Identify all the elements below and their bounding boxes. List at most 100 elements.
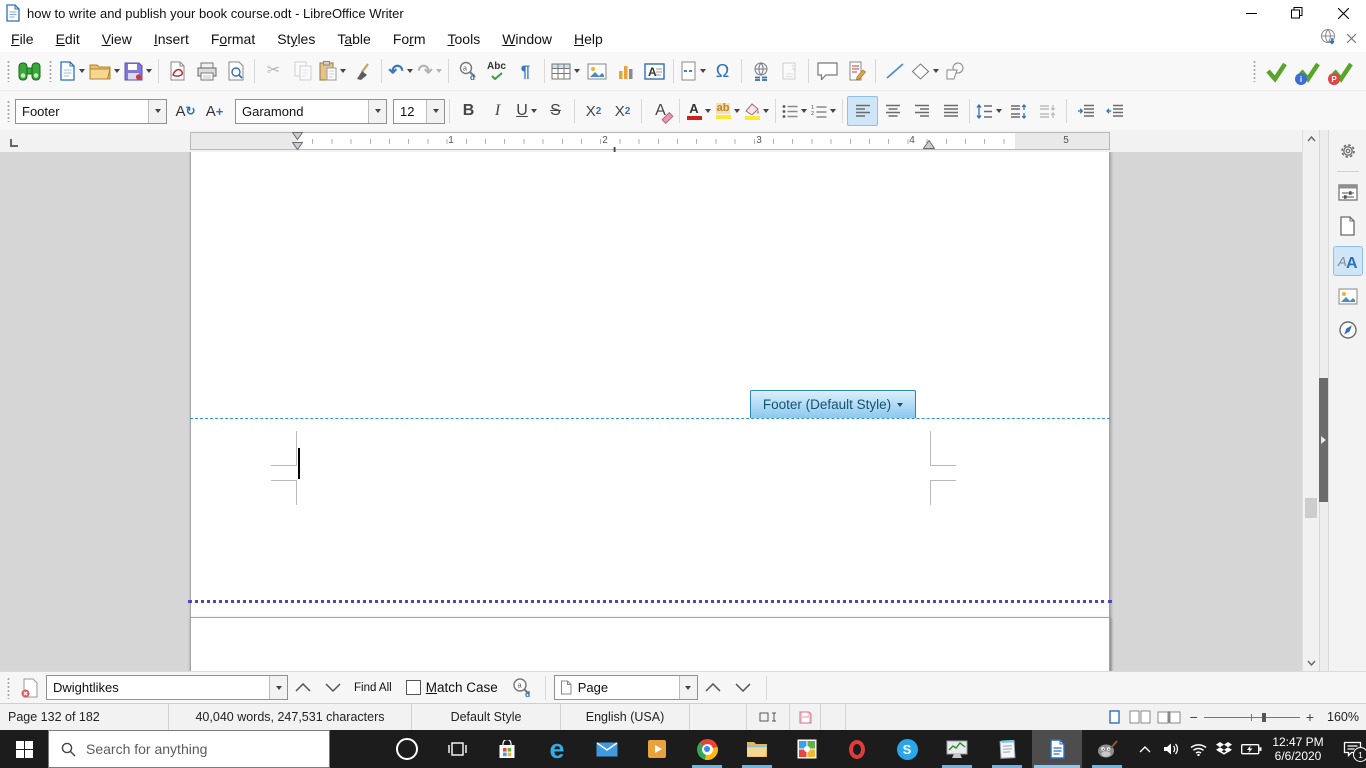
find-all-button[interactable]: Find All bbox=[348, 682, 398, 694]
decrease-indent-button[interactable] bbox=[1100, 97, 1129, 125]
dropdown-caret[interactable] bbox=[933, 69, 939, 73]
extension-check-button[interactable] bbox=[1261, 57, 1290, 85]
align-right-button[interactable] bbox=[907, 97, 936, 125]
update-style-button[interactable]: A ↻ bbox=[171, 97, 200, 125]
background-color-button[interactable] bbox=[742, 97, 771, 125]
font-color-button[interactable]: A bbox=[684, 97, 713, 125]
navigate-by-value[interactable]: Page bbox=[572, 676, 679, 699]
insert-hyperlink-button[interactable] bbox=[746, 57, 775, 85]
extension-info-button[interactable]: i bbox=[1294, 57, 1323, 85]
sidebar-properties-button[interactable] bbox=[1334, 178, 1362, 206]
line-spacing-button[interactable] bbox=[974, 97, 1004, 125]
toolbar-grip[interactable] bbox=[6, 676, 11, 699]
taskbar-skype-button[interactable]: S bbox=[882, 730, 932, 768]
insert-comment-button[interactable] bbox=[813, 57, 842, 85]
menu-view[interactable]: View bbox=[91, 28, 143, 50]
taskbar-writer-button[interactable] bbox=[1032, 730, 1082, 768]
toolbar-grip[interactable] bbox=[1252, 60, 1257, 82]
multi-page-view-button[interactable] bbox=[1126, 704, 1154, 730]
restore-button[interactable] bbox=[1274, 0, 1320, 26]
paragraph-style-value[interactable]: Footer bbox=[16, 100, 148, 123]
search-term-value[interactable]: Dwightlikes bbox=[47, 676, 269, 699]
taskbar-photos-button[interactable] bbox=[782, 730, 832, 768]
font-size-value[interactable]: 12 bbox=[394, 100, 426, 123]
footer-style-tag-button[interactable]: Footer (Default Style) bbox=[750, 390, 916, 418]
ruler-band[interactable]: 1 2 3 4 5 bbox=[190, 132, 1110, 154]
document-canvas[interactable]: Footer (Default Style) bbox=[0, 152, 1302, 671]
insert-image-button[interactable] bbox=[582, 57, 611, 85]
menu-table[interactable]: Table bbox=[326, 28, 381, 50]
sidebar-page-button[interactable] bbox=[1334, 212, 1362, 240]
dropdown-caret[interactable] bbox=[700, 69, 706, 73]
find-previous-button[interactable] bbox=[288, 683, 318, 692]
dropdown-caret[interactable] bbox=[733, 109, 740, 113]
zoom-out-icon[interactable]: − bbox=[1190, 709, 1198, 725]
combo-arrow[interactable] bbox=[426, 99, 444, 123]
sidebar-hide-handle[interactable] bbox=[1319, 378, 1328, 502]
selection-mode-status[interactable] bbox=[690, 704, 746, 730]
dropdown-caret[interactable] bbox=[574, 69, 580, 73]
print-preview-button[interactable] bbox=[221, 57, 250, 85]
language-status[interactable]: English (USA) bbox=[561, 704, 689, 730]
print-button[interactable] bbox=[192, 57, 221, 85]
dropdown-caret[interactable] bbox=[530, 109, 537, 113]
single-page-view-button[interactable] bbox=[1104, 704, 1126, 730]
taskbar-store-button[interactable] bbox=[482, 730, 532, 768]
menu-format[interactable]: Format bbox=[200, 28, 266, 50]
dropdown-caret[interactable] bbox=[79, 69, 85, 73]
taskbar-gimp-button[interactable] bbox=[1082, 730, 1132, 768]
insert-table-button[interactable] bbox=[549, 57, 582, 85]
spelling-button[interactable]: Abc bbox=[482, 57, 511, 85]
strikethrough-button[interactable]: S bbox=[541, 97, 570, 125]
online-update-icon[interactable] bbox=[1319, 28, 1337, 51]
close-document-icon[interactable] bbox=[1346, 30, 1357, 48]
taskbar-file-explorer-button[interactable] bbox=[732, 730, 782, 768]
paragraph-style-combo[interactable]: Footer bbox=[15, 98, 167, 124]
volume-icon[interactable] bbox=[1158, 730, 1185, 768]
clone-formatting-button[interactable] bbox=[348, 57, 377, 85]
dropdown-caret[interactable] bbox=[763, 109, 769, 113]
toolbar-grip[interactable] bbox=[48, 60, 53, 82]
dropdown-caret[interactable] bbox=[340, 69, 346, 73]
word-count-status[interactable]: 40,040 words, 247,531 characters bbox=[169, 704, 411, 730]
tab-stop-marker[interactable] bbox=[610, 141, 619, 154]
paste-button[interactable] bbox=[317, 57, 348, 85]
page-132[interactable] bbox=[190, 152, 1110, 671]
taskbar-mail-button[interactable] bbox=[582, 730, 632, 768]
dropdown-caret[interactable] bbox=[406, 69, 413, 73]
dropbox-icon[interactable] bbox=[1211, 730, 1237, 768]
menu-form[interactable]: Form bbox=[382, 28, 437, 50]
page-133[interactable] bbox=[190, 617, 1110, 671]
find-and-replace-button[interactable]: ad bbox=[508, 674, 537, 702]
zoom-slider-track[interactable] bbox=[1203, 712, 1300, 723]
minimize-button[interactable] bbox=[1228, 0, 1274, 26]
right-indent-marker[interactable] bbox=[923, 140, 935, 149]
sidebar-styles-button[interactable]: AA bbox=[1332, 246, 1363, 276]
find-next-button[interactable] bbox=[318, 683, 348, 692]
tray-clock[interactable]: 12:47 PM 6/6/2020 bbox=[1266, 735, 1330, 763]
zoom-slider-thumb[interactable] bbox=[1261, 712, 1266, 722]
scrollbar-thumb[interactable] bbox=[1305, 498, 1317, 518]
insert-special-character-button[interactable]: Ω bbox=[708, 57, 737, 85]
underline-button[interactable]: U bbox=[512, 97, 541, 125]
dropdown-caret[interactable] bbox=[146, 69, 152, 73]
clear-formatting-button[interactable]: A bbox=[646, 97, 675, 125]
battery-icon[interactable] bbox=[1237, 730, 1266, 768]
taskbar-performance-monitor-button[interactable] bbox=[932, 730, 982, 768]
highlight-color-button[interactable]: ab bbox=[713, 97, 742, 125]
match-case-label[interactable]: Match Case bbox=[426, 680, 498, 695]
ordered-list-button[interactable]: 12 bbox=[809, 97, 838, 125]
dropdown-caret[interactable] bbox=[704, 109, 711, 113]
start-button[interactable] bbox=[0, 730, 48, 768]
basic-shapes-button[interactable] bbox=[909, 57, 941, 85]
combo-arrow[interactable] bbox=[148, 99, 166, 123]
menu-styles[interactable]: Styles bbox=[266, 28, 326, 50]
insert-chart-button[interactable] bbox=[611, 57, 640, 85]
taskbar-chrome-button[interactable] bbox=[682, 730, 732, 768]
toolbar-grip[interactable] bbox=[6, 60, 11, 82]
page-number-status[interactable]: Page 132 of 182 bbox=[0, 704, 168, 730]
close-button[interactable] bbox=[1320, 0, 1366, 26]
combo-arrow[interactable] bbox=[368, 99, 386, 123]
taskbar-opera-button[interactable] bbox=[832, 730, 882, 768]
menu-tools[interactable]: Tools bbox=[437, 28, 492, 50]
